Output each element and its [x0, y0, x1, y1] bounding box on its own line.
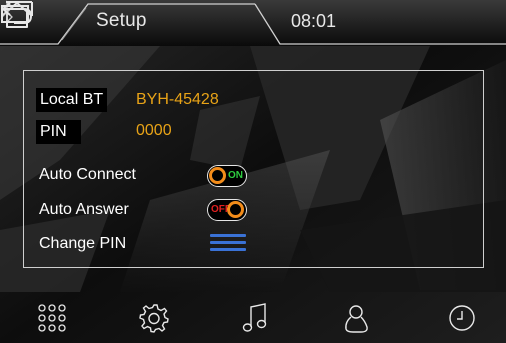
apps-grid-icon[interactable]: [36, 302, 68, 334]
music-note-icon[interactable]: [240, 302, 272, 334]
settings-gear-icon[interactable]: [138, 302, 170, 334]
pin-label: PIN: [36, 120, 81, 144]
clock-icon[interactable]: [446, 302, 478, 334]
menu-line: [210, 248, 246, 251]
auto-answer-label: Auto Answer: [39, 201, 129, 218]
local-bt-label: Local BT: [36, 88, 108, 112]
top-bar: Setup 08:01: [0, 0, 506, 46]
contact-person-icon[interactable]: [341, 302, 373, 334]
bottom-nav: [0, 292, 506, 343]
auto-connect-toggle[interactable]: ON: [207, 165, 247, 187]
auto-connect-label: Auto Connect: [39, 166, 136, 183]
page-title: Setup: [96, 10, 147, 31]
pin-value: 0000: [136, 122, 172, 139]
clock-time: 08:01: [291, 11, 337, 31]
auto-answer-toggle[interactable]: OFF: [207, 199, 247, 221]
toggle-state-on: ON: [228, 170, 243, 181]
top-bar-frame: [0, 0, 506, 46]
change-pin-label: Change PIN: [39, 235, 127, 252]
change-pin-menu-icon[interactable]: [210, 234, 246, 256]
menu-line: [210, 234, 246, 237]
menu-line: [210, 241, 246, 244]
back-icon[interactable]: [0, 0, 34, 26]
toggle-knob: [209, 167, 226, 184]
local-bt-value: BYH-45428: [136, 91, 219, 108]
toggle-knob: [227, 201, 244, 218]
settings-panel: Local BT BYH-45428 PIN 0000 Auto Connect…: [23, 70, 484, 268]
